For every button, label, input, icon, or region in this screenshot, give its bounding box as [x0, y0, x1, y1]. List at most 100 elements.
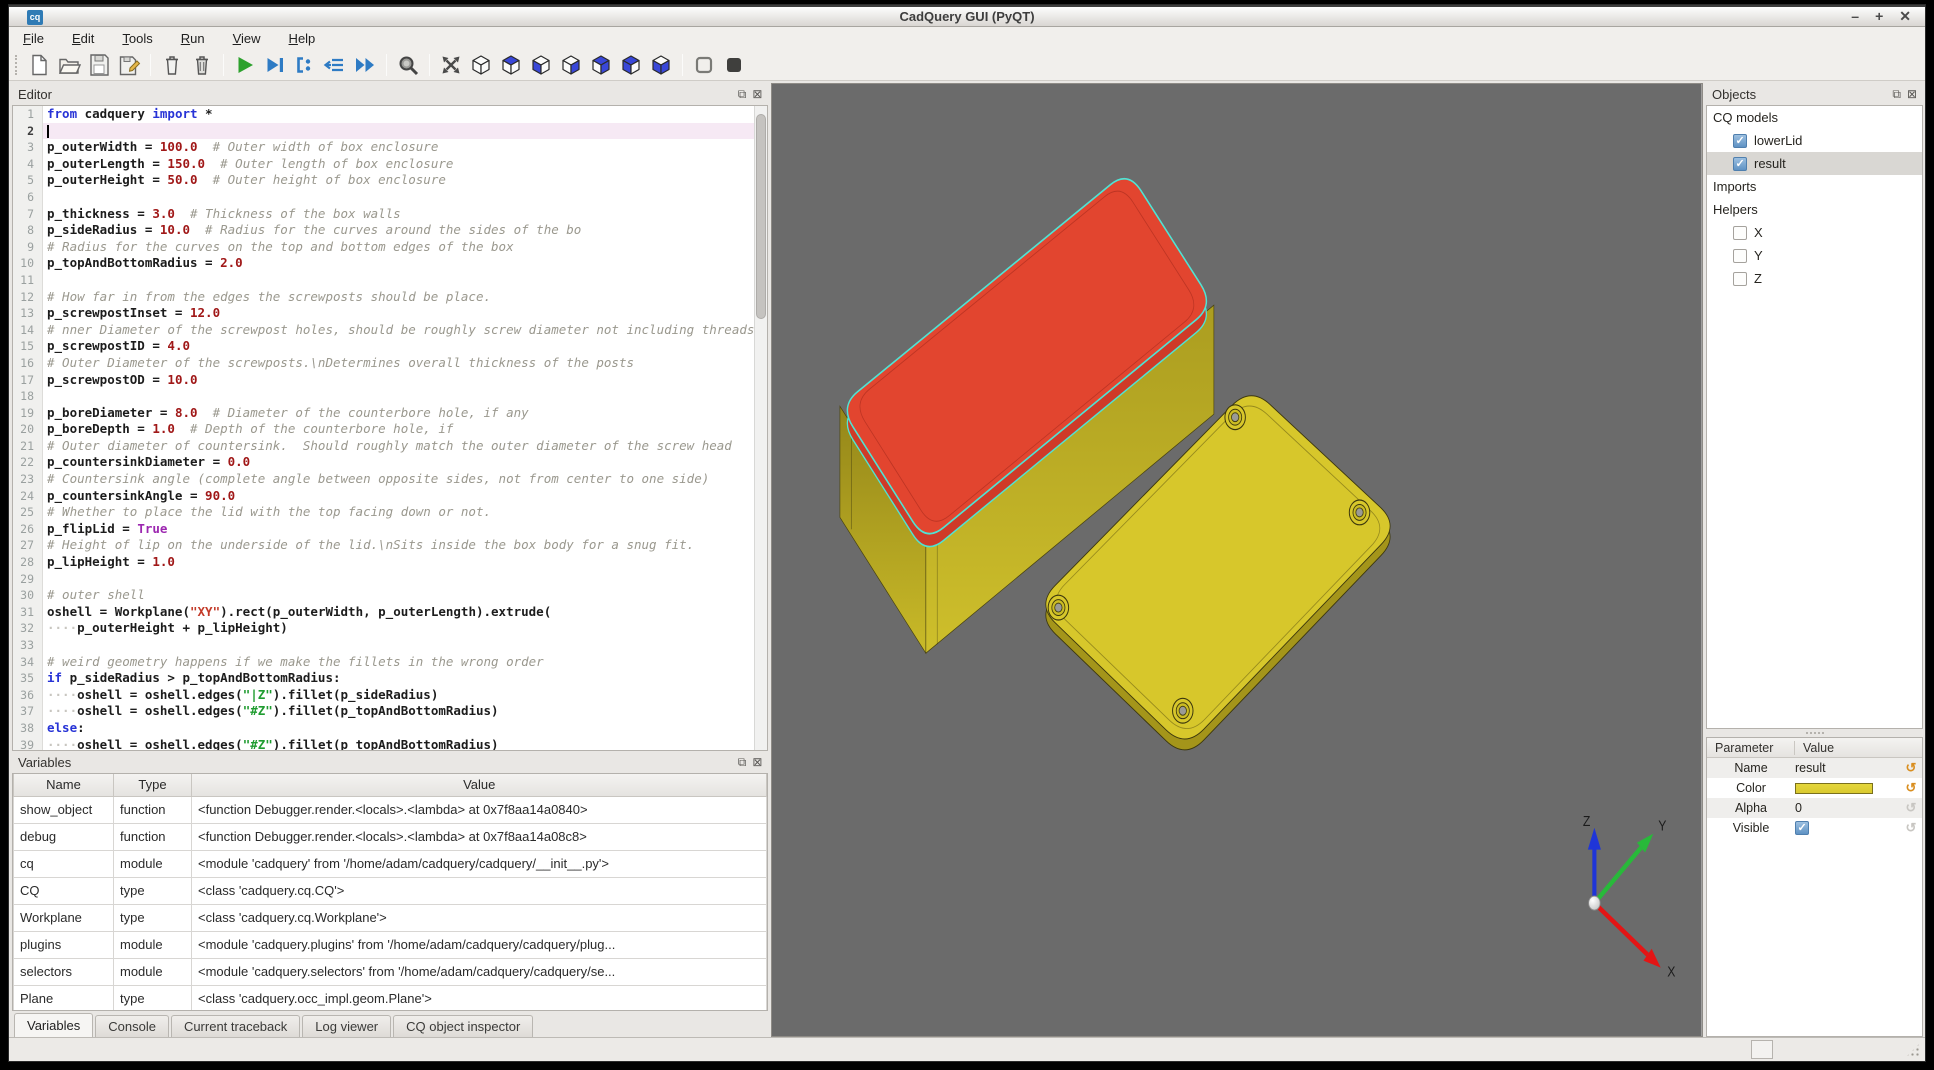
view-iso-button[interactable]: [468, 52, 494, 78]
menu-file[interactable]: File: [23, 31, 44, 46]
close-button[interactable]: ✕: [1899, 8, 1911, 25]
tab-variables[interactable]: Variables: [14, 1013, 93, 1037]
code-line[interactable]: 13p_screwpostInset = 12.0: [13, 305, 754, 322]
variables-column-header[interactable]: Type: [114, 774, 192, 796]
parameter-value[interactable]: [1795, 783, 1900, 794]
parameter-value[interactable]: [1795, 821, 1900, 835]
objects-item-z[interactable]: Z: [1707, 267, 1922, 290]
viewport-3d[interactable]: Z Y X: [771, 83, 1703, 1037]
visibility-checkbox[interactable]: [1733, 134, 1747, 148]
visibility-checkbox[interactable]: [1733, 157, 1747, 171]
code-line[interactable]: 11: [13, 272, 754, 289]
fit-view-button[interactable]: [438, 52, 464, 78]
table-row[interactable]: CQtype<class 'cadquery.cq.CQ'>: [14, 877, 767, 904]
view-front-button[interactable]: [558, 52, 584, 78]
table-row[interactable]: cqmodule<module 'cadquery' from '/home/a…: [14, 850, 767, 877]
new-file-button[interactable]: [26, 52, 52, 78]
undo-icon[interactable]: ↺: [1900, 780, 1922, 796]
visible-checkbox[interactable]: [1795, 821, 1809, 835]
code-line[interactable]: 24p_countersinkAngle = 90.0: [13, 488, 754, 505]
parameter-value[interactable]: 0: [1795, 801, 1900, 815]
open-file-button[interactable]: [56, 52, 82, 78]
variables-column-header[interactable]: Value: [192, 774, 767, 796]
code-line[interactable]: 15p_screwpostID = 4.0: [13, 338, 754, 355]
objects-item-lowerlid[interactable]: lowerLid: [1707, 129, 1922, 152]
code-line[interactable]: 22p_countersinkDiameter = 0.0: [13, 454, 754, 471]
menu-view[interactable]: View: [233, 31, 261, 46]
code-line[interactable]: 10p_topAndBottomRadius = 2.0: [13, 255, 754, 272]
code-line[interactable]: 19p_boreDiameter = 8.0 # Diameter of the…: [13, 405, 754, 422]
code-line[interactable]: 38else:: [13, 720, 754, 737]
code-line[interactable]: 26p_flipLid = True: [13, 521, 754, 538]
render-button[interactable]: [232, 52, 258, 78]
code-line[interactable]: 28p_lipHeight = 1.0: [13, 554, 754, 571]
editor-scrollbar[interactable]: [754, 106, 767, 750]
debug-button[interactable]: [262, 52, 288, 78]
code-line[interactable]: 17p_screwpostOD = 10.0: [13, 372, 754, 389]
code-line[interactable]: 30# outer shell: [13, 587, 754, 604]
code-line[interactable]: 37····oshell = oshell.edges("#Z").fillet…: [13, 703, 754, 720]
objects-item-x[interactable]: X: [1707, 221, 1922, 244]
view-top-button[interactable]: [498, 52, 524, 78]
tab-cq-object-inspector[interactable]: CQ object inspector: [393, 1015, 533, 1037]
resize-grip[interactable]: [1905, 1042, 1921, 1058]
view-back-button[interactable]: [588, 52, 614, 78]
toolbar-drag-handle[interactable]: [15, 55, 19, 75]
code-line[interactable]: 33: [13, 637, 754, 654]
table-row[interactable]: debugfunction<function Debugger.render.<…: [14, 823, 767, 850]
code-line[interactable]: 4p_outerLength = 150.0 # Outer length of…: [13, 156, 754, 173]
save-as-button[interactable]: [116, 52, 142, 78]
code-line[interactable]: 16# Outer Diameter of the screwposts.\nD…: [13, 355, 754, 372]
shaded-button[interactable]: [721, 52, 747, 78]
undo-icon[interactable]: ↺: [1900, 800, 1922, 816]
wireframe-button[interactable]: [691, 52, 717, 78]
step-button[interactable]: [322, 52, 348, 78]
objects-item-result[interactable]: result: [1707, 152, 1922, 175]
code-line[interactable]: 31oshell = Workplane("XY").rect(p_outerW…: [13, 604, 754, 621]
code-line[interactable]: 12# How far in from the edges the screwp…: [13, 289, 754, 306]
code-line[interactable]: 20p_boreDepth = 1.0 # Depth of the count…: [13, 421, 754, 438]
minimize-button[interactable]: –: [1851, 8, 1859, 25]
breakpoints-button[interactable]: [292, 52, 318, 78]
visibility-checkbox[interactable]: [1733, 226, 1747, 240]
objects-group-helpers[interactable]: Helpers: [1707, 198, 1922, 221]
variables-column-header[interactable]: Name: [14, 774, 114, 796]
view-right-button[interactable]: [648, 52, 674, 78]
visibility-checkbox[interactable]: [1733, 249, 1747, 263]
code-line[interactable]: 7p_thickness = 3.0 # Thickness of the bo…: [13, 206, 754, 223]
table-row[interactable]: pluginsmodule<module 'cadquery.plugins' …: [14, 931, 767, 958]
objects-close-icon[interactable]: ⊠: [1907, 87, 1917, 101]
maximize-button[interactable]: +: [1875, 8, 1883, 25]
delete-button[interactable]: [159, 52, 185, 78]
code-line[interactable]: 29: [13, 571, 754, 588]
code-line[interactable]: 23# Countersink angle (complete angle be…: [13, 471, 754, 488]
continue-button[interactable]: [352, 52, 378, 78]
editor-close-icon[interactable]: ⊠: [752, 87, 762, 101]
code-line[interactable]: 32····p_outerHeight + p_lipHeight): [13, 620, 754, 637]
tab-log-viewer[interactable]: Log viewer: [302, 1015, 391, 1037]
table-row[interactable]: show_objectfunction<function Debugger.re…: [14, 796, 767, 823]
code-editor[interactable]: 1from cadquery import *23p_outerWidth = …: [13, 106, 754, 750]
code-line[interactable]: 2: [13, 123, 754, 140]
code-line[interactable]: 18: [13, 388, 754, 405]
menu-edit[interactable]: Edit: [72, 31, 94, 46]
code-line[interactable]: 3p_outerWidth = 100.0 # Outer width of b…: [13, 139, 754, 156]
editor-float-icon[interactable]: ⧉: [738, 87, 747, 102]
objects-group-imports[interactable]: Imports: [1707, 175, 1922, 198]
code-line[interactable]: 25# Whether to place the lid with the to…: [13, 504, 754, 521]
parameter-value[interactable]: result: [1795, 761, 1900, 775]
code-line[interactable]: 14# nner Diameter of the screwpost holes…: [13, 322, 754, 339]
code-line[interactable]: 6: [13, 189, 754, 206]
menu-tools[interactable]: Tools: [122, 31, 152, 46]
color-swatch[interactable]: [1795, 783, 1873, 794]
visibility-checkbox[interactable]: [1733, 272, 1747, 286]
save-button[interactable]: [86, 52, 112, 78]
delete-all-button[interactable]: [189, 52, 215, 78]
code-line[interactable]: 27# Height of lip on the underside of th…: [13, 537, 754, 554]
menu-run[interactable]: Run: [181, 31, 205, 46]
dock-drag-handle[interactable]: [1706, 729, 1923, 737]
undo-icon[interactable]: ↺: [1900, 820, 1922, 836]
code-line[interactable]: 8p_sideRadius = 10.0 # Radius for the cu…: [13, 222, 754, 239]
objects-float-icon[interactable]: ⧉: [1892, 87, 1901, 102]
viewport-canvas[interactable]: Z Y X: [772, 84, 1702, 1036]
